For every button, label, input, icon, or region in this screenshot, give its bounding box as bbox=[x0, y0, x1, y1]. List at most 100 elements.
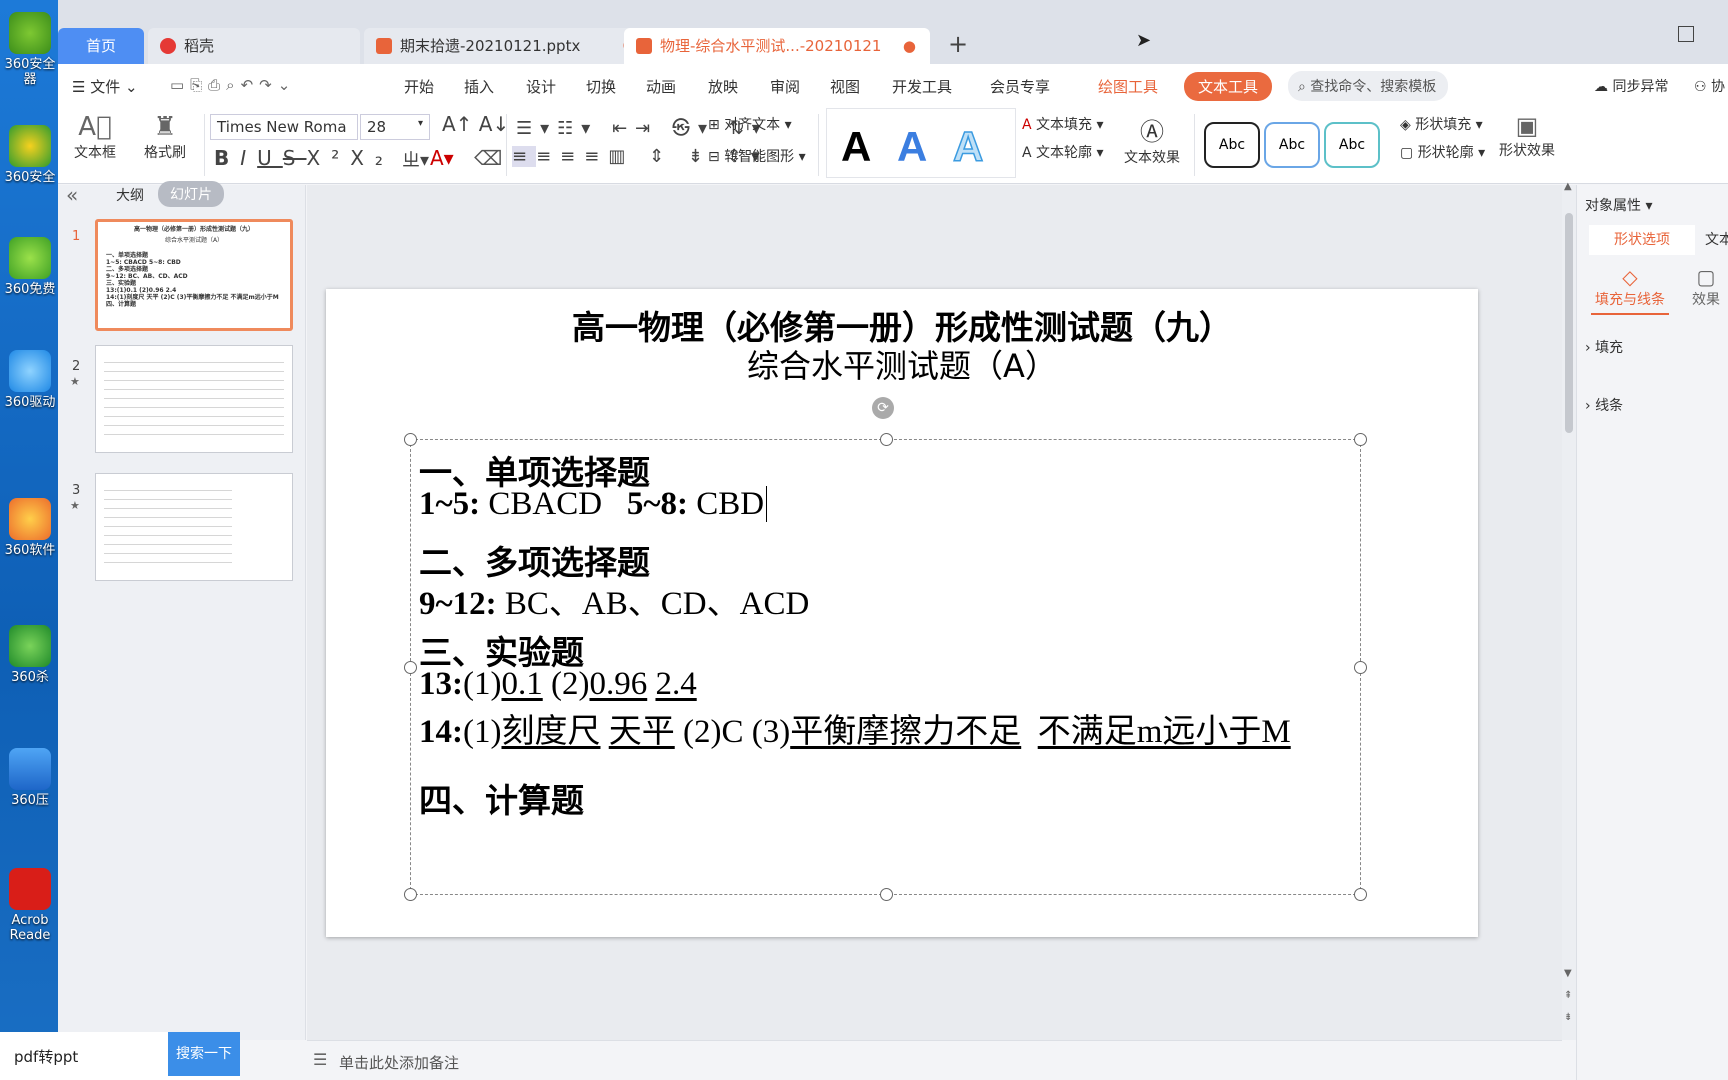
desktop-icon-360-antivirus[interactable]: 360杀 bbox=[4, 625, 56, 685]
file-menu[interactable]: ☰ 文件 ⌄ bbox=[72, 76, 138, 97]
vertical-scrollbar[interactable]: ▲ ▼ ⇞ ⇟ bbox=[1562, 181, 1576, 1040]
collaborate-button[interactable]: ⚇ 协 bbox=[1694, 76, 1725, 96]
sync-status[interactable]: ☁ 同步异常 bbox=[1594, 76, 1668, 96]
tab-home[interactable]: 首页 bbox=[58, 28, 144, 64]
fill-line-tab[interactable]: ◇ 填充与线条 bbox=[1591, 265, 1669, 315]
line-section[interactable]: › 线条 bbox=[1585, 395, 1623, 415]
slide-thumb-2[interactable] bbox=[95, 345, 293, 453]
char-spacing-icon[interactable]: ㄓ▾ bbox=[402, 146, 429, 172]
scroll-up-icon[interactable]: ▲ bbox=[1564, 181, 1572, 192]
panel-title[interactable]: 对象属性 ▾ bbox=[1585, 195, 1652, 215]
text-box-selection[interactable]: 一、单项选择题 1~5: CBACD 5~8: CBD 二、多项选择题 9~12… bbox=[404, 433, 1367, 901]
resize-handle[interactable] bbox=[1354, 888, 1367, 901]
separator bbox=[506, 114, 507, 176]
shape-style-2[interactable]: Abc bbox=[1264, 122, 1320, 168]
window-restore-icon[interactable] bbox=[1678, 26, 1694, 42]
font-name-select[interactable]: Times New Roma bbox=[210, 114, 358, 140]
add-notes-placeholder[interactable]: 单击此处添加备注 bbox=[339, 1052, 459, 1073]
text-fill-button[interactable]: A 文本填充 ▾ bbox=[1022, 114, 1104, 134]
menu-item-transition[interactable]: 切换 bbox=[586, 76, 616, 97]
text-outline-button[interactable]: A 文本轮廓 ▾ bbox=[1022, 142, 1104, 162]
tab-shape-options[interactable]: 形状选项 bbox=[1589, 225, 1695, 255]
menu-item-design[interactable]: 设计 bbox=[526, 76, 556, 97]
tab-slides[interactable]: 幻灯片 bbox=[158, 181, 224, 207]
desktop-icon-360-wifi[interactable]: 360免费 bbox=[4, 237, 56, 297]
tab-text-options[interactable]: 文本选项 bbox=[1705, 225, 1728, 255]
textbox-button[interactable]: A⃞ 文本框 bbox=[68, 112, 122, 162]
properties-panel: 对象属性 ▾ 形状选项 文本选项 ◇填充与线条 ▢效果 大 › 填充 › 线条 bbox=[1576, 185, 1728, 1080]
new-tab-plus-icon[interactable]: + bbox=[948, 30, 968, 58]
align-text-button[interactable]: ⊞ 对齐文本 ▾ bbox=[708, 114, 792, 134]
font-color-button[interactable]: A▾ bbox=[430, 146, 454, 170]
menu-item-text-tools[interactable]: 文本工具 bbox=[1184, 72, 1273, 101]
slide-thumb-3[interactable] bbox=[95, 473, 293, 581]
thumb-text: 一、单项选择题 1~5: CBACD 5~8: CBD 二、多项选择题 9~12: B… bbox=[106, 252, 279, 308]
menu-item-view[interactable]: 视图 bbox=[830, 76, 860, 97]
answer-line-14: 14:(1)刻度尺 天平 (2)C (3)平衡摩擦力不足 不满足m远小于M bbox=[419, 714, 1291, 750]
grow-font-icon[interactable]: A↑ A↓ bbox=[442, 112, 509, 136]
wordart-black[interactable]: A bbox=[841, 123, 871, 171]
menu-item-member[interactable]: 会员专享 bbox=[990, 76, 1050, 97]
section-heading-4: 四、计算题 bbox=[419, 781, 584, 820]
desktop-icon-360-driver[interactable]: 360驱动 bbox=[4, 350, 56, 410]
rotate-handle-icon[interactable]: ⟳ bbox=[872, 397, 894, 419]
effect-tab[interactable]: ▢ 效果 bbox=[1681, 265, 1728, 309]
separator bbox=[204, 114, 205, 176]
tab-ppt-physics[interactable]: 物理-综合水平测试...-20210121 ● bbox=[624, 28, 930, 64]
shape-outline-button[interactable]: ▢ 形状轮廓 ▾ bbox=[1400, 142, 1485, 162]
desktop-icon-360-safe-browser[interactable]: 360安全 器 bbox=[4, 12, 56, 87]
resize-handle[interactable] bbox=[880, 888, 893, 901]
notes-bar[interactable]: ☰ 单击此处添加备注 bbox=[307, 1040, 1562, 1080]
wordart-blue[interactable]: A bbox=[897, 123, 927, 171]
desktop-icon-360-zip[interactable]: 360压 bbox=[4, 748, 56, 808]
answer-line-13: 13:(1)0.1 (2)0.96 2.4 bbox=[419, 666, 697, 702]
wordart-outline[interactable]: A bbox=[952, 122, 984, 171]
fill-section[interactable]: › 填充 bbox=[1585, 337, 1623, 357]
thumb-subtitle: 综合水平测试题（A） bbox=[164, 237, 224, 244]
menu-item-start[interactable]: 开始 bbox=[404, 76, 434, 97]
desktop-icon-360-software[interactable]: 360软件 bbox=[4, 498, 56, 558]
menu-item-review[interactable]: 审阅 bbox=[770, 76, 800, 97]
shape-style-1[interactable]: Abc bbox=[1204, 122, 1260, 168]
scroll-page-icons[interactable]: ▼ ⇞ ⇟ bbox=[1564, 963, 1572, 1029]
slide-canvas: 高一物理（必修第一册）形成性测试题（九） 综合水平测试题（A） ⟳ 一、单项选择… bbox=[307, 185, 1562, 1040]
menu-item-slideshow[interactable]: 放映 bbox=[708, 76, 738, 97]
shape-effect-button[interactable]: ▣ 形状效果 bbox=[1490, 112, 1564, 160]
resize-handle[interactable] bbox=[1354, 433, 1367, 446]
align-text-icon: ⊞ bbox=[708, 117, 725, 133]
font-size-select[interactable]: 28 ▾ bbox=[360, 114, 430, 140]
resize-handle[interactable] bbox=[404, 661, 417, 674]
shape-fill-button[interactable]: ◈ 形状填充 ▾ bbox=[1400, 114, 1483, 134]
menu-item-developer[interactable]: 开发工具 bbox=[892, 76, 952, 97]
eraser-icon[interactable]: ⌫ bbox=[474, 146, 502, 170]
tab-docer[interactable]: 稻壳 bbox=[148, 28, 360, 64]
shape-effect-icon: ▣ bbox=[1515, 112, 1539, 140]
search-button[interactable]: 搜索一下 bbox=[168, 1032, 240, 1076]
collapse-panel-icon[interactable]: « bbox=[66, 183, 78, 207]
resize-handle[interactable] bbox=[880, 433, 893, 446]
format-painter-button[interactable]: ♜ 格式刷 bbox=[138, 112, 192, 162]
resize-handle[interactable] bbox=[404, 888, 417, 901]
search-command-box[interactable]: ⌕ 查找命令、搜索模板 bbox=[1288, 71, 1449, 101]
wordart-gallery[interactable]: A A A bbox=[826, 108, 1016, 178]
desktop-icon-acrobat[interactable]: Acrob Reade bbox=[4, 868, 56, 943]
resize-handle[interactable] bbox=[404, 433, 417, 446]
smartart-button[interactable]: ⊟ 转智能图形 ▾ bbox=[708, 146, 806, 166]
shape-style-3[interactable]: Abc bbox=[1324, 122, 1380, 168]
font-style-buttons[interactable]: BIUSX²X₂ bbox=[214, 146, 394, 170]
scroll-thumb[interactable] bbox=[1565, 213, 1573, 433]
menu-item-insert[interactable]: 插入 bbox=[464, 76, 494, 97]
tab-outline[interactable]: 大纲 bbox=[116, 185, 144, 205]
slide-thumb-1[interactable]: 高一物理（必修第一册）形成性测试题（九） 综合水平测试题（A） 一、单项选择题 1… bbox=[95, 219, 293, 331]
effect-icon: ▢ bbox=[1696, 265, 1716, 289]
menu-item-drawing-tools[interactable]: 绘图工具 bbox=[1098, 76, 1158, 97]
desktop-icon-360-safe[interactable]: 360安全 bbox=[4, 125, 56, 185]
menu-item-animation[interactable]: 动画 bbox=[646, 76, 676, 97]
quick-access-icons[interactable]: ▭⎘⎙⌕↶↷⌄ bbox=[170, 76, 296, 94]
text-effect-button[interactable]: Ⓐ 文本效果 bbox=[1118, 112, 1186, 167]
slide-subtitle[interactable]: 综合水平测试题（A） bbox=[326, 341, 1478, 387]
slide: 高一物理（必修第一册）形成性测试题（九） 综合水平测试题（A） ⟳ 一、单项选择… bbox=[326, 289, 1478, 937]
search-text[interactable]: pdf转ppt bbox=[14, 1046, 78, 1067]
resize-handle[interactable] bbox=[1354, 661, 1367, 674]
align-left-icon[interactable]: ≡ bbox=[512, 146, 537, 167]
